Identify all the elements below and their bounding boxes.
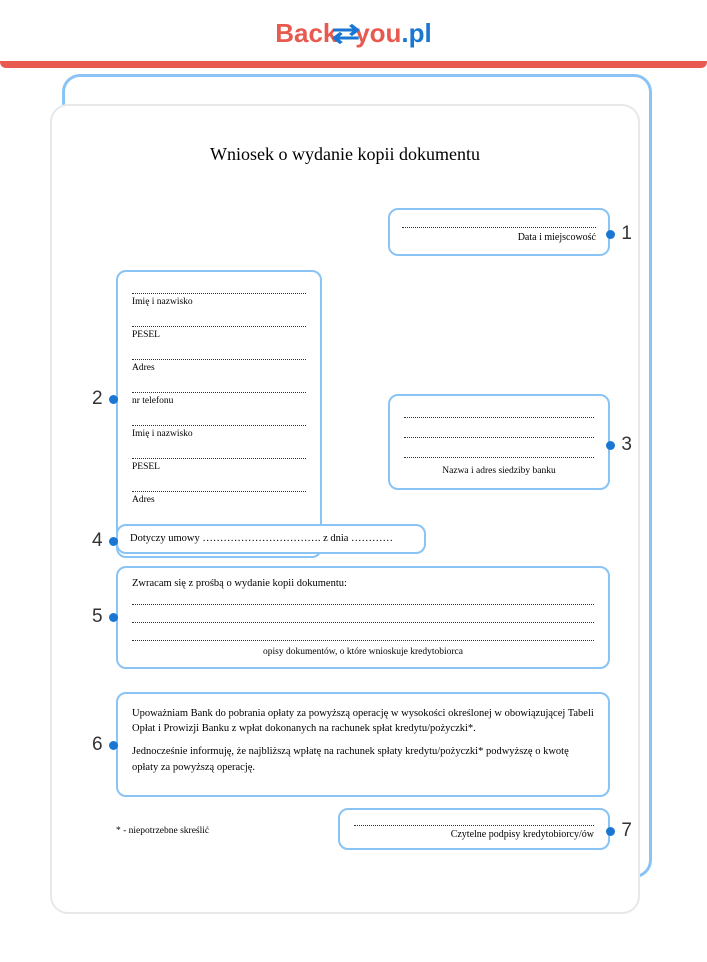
logo-pl: .pl [401,18,431,48]
box-request: Zwracam się z prośbą o wydanie kopii dok… [116,566,610,669]
dotted-line [404,406,594,418]
dotted-line [132,315,306,327]
dot-icon [606,827,615,836]
dot-icon [109,537,118,546]
divider-bar [0,61,707,68]
box-contract: Dotyczy umowy ……………………………. z dnia ………… [116,524,426,554]
dotted-line [404,446,594,458]
label-pesel2: PESEL [132,462,306,472]
contract-text: Dotyczy umowy ……………………………. z dnia ………… [130,533,393,544]
marker-5: 5 [92,606,118,628]
dot-icon [109,741,118,750]
label-docs: opisy dokumentów, o które wnioskuje kred… [132,647,594,657]
logo: Back⇄you.pl [0,18,707,49]
marker-6: 6 [92,734,118,756]
marker-2: 2 [92,388,118,410]
dotted-line [132,447,306,459]
label-address2: Adres [132,495,306,505]
swap-icon: ⇄ [332,18,360,49]
label-date-place: Data i miejscowość [402,232,596,243]
label-phone: nr telefonu [132,396,306,406]
footnote: * - niepotrzebne skreślić [116,826,209,836]
dotted-line [404,426,594,438]
marker-3: 3 [606,434,632,456]
page-wrap: Wniosek o wydanie kopii dokumentu Data i… [0,68,707,934]
dotted-line [132,629,594,641]
dotted-line [132,593,594,605]
logo-back: Back [275,18,337,48]
dotted-line [132,282,306,294]
dot-icon [606,441,615,450]
marker-4: 4 [92,530,118,552]
dotted-line [354,816,594,826]
label-signature: Czytelne podpisy kredytobiorcy/ów [354,829,594,840]
request-intro: Zwracam się z prośbą o wydanie kopii dok… [132,578,594,589]
box-authorization: Upoważniam Bank do pobrania opłaty za po… [116,692,610,797]
header: Back⇄you.pl [0,0,707,61]
marker-7: 7 [606,820,632,842]
dotted-line [132,381,306,393]
label-name2: Imię i nazwisko [132,429,306,439]
logo-you: you [355,18,401,48]
dotted-line [402,218,596,228]
label-bank: Nazwa i adres siedziby banku [404,466,594,476]
dotted-line [132,348,306,360]
dot-icon [109,395,118,404]
auth-p2: Jednocześnie informuję, że najbliższą wp… [132,744,594,774]
dotted-line [132,414,306,426]
box-signature: Czytelne podpisy kredytobiorcy/ów [338,808,610,850]
dot-icon [109,613,118,622]
marker-1: 1 [606,223,632,245]
dotted-line [132,611,594,623]
dotted-line [132,480,306,492]
box-bank: Nazwa i adres siedziby banku [388,394,610,490]
document-page: Wniosek o wydanie kopii dokumentu Data i… [50,104,640,914]
document-title: Wniosek o wydanie kopii dokumentu [80,144,610,165]
dot-icon [606,230,615,239]
box-applicant: Imię i nazwisko PESEL Adres nr telefonu … [116,270,322,558]
label-address: Adres [132,363,306,373]
label-name: Imię i nazwisko [132,297,306,307]
label-pesel: PESEL [132,330,306,340]
box-date-place: Data i miejscowość [388,208,610,256]
auth-p1: Upoważniam Bank do pobrania opłaty za po… [132,706,594,736]
